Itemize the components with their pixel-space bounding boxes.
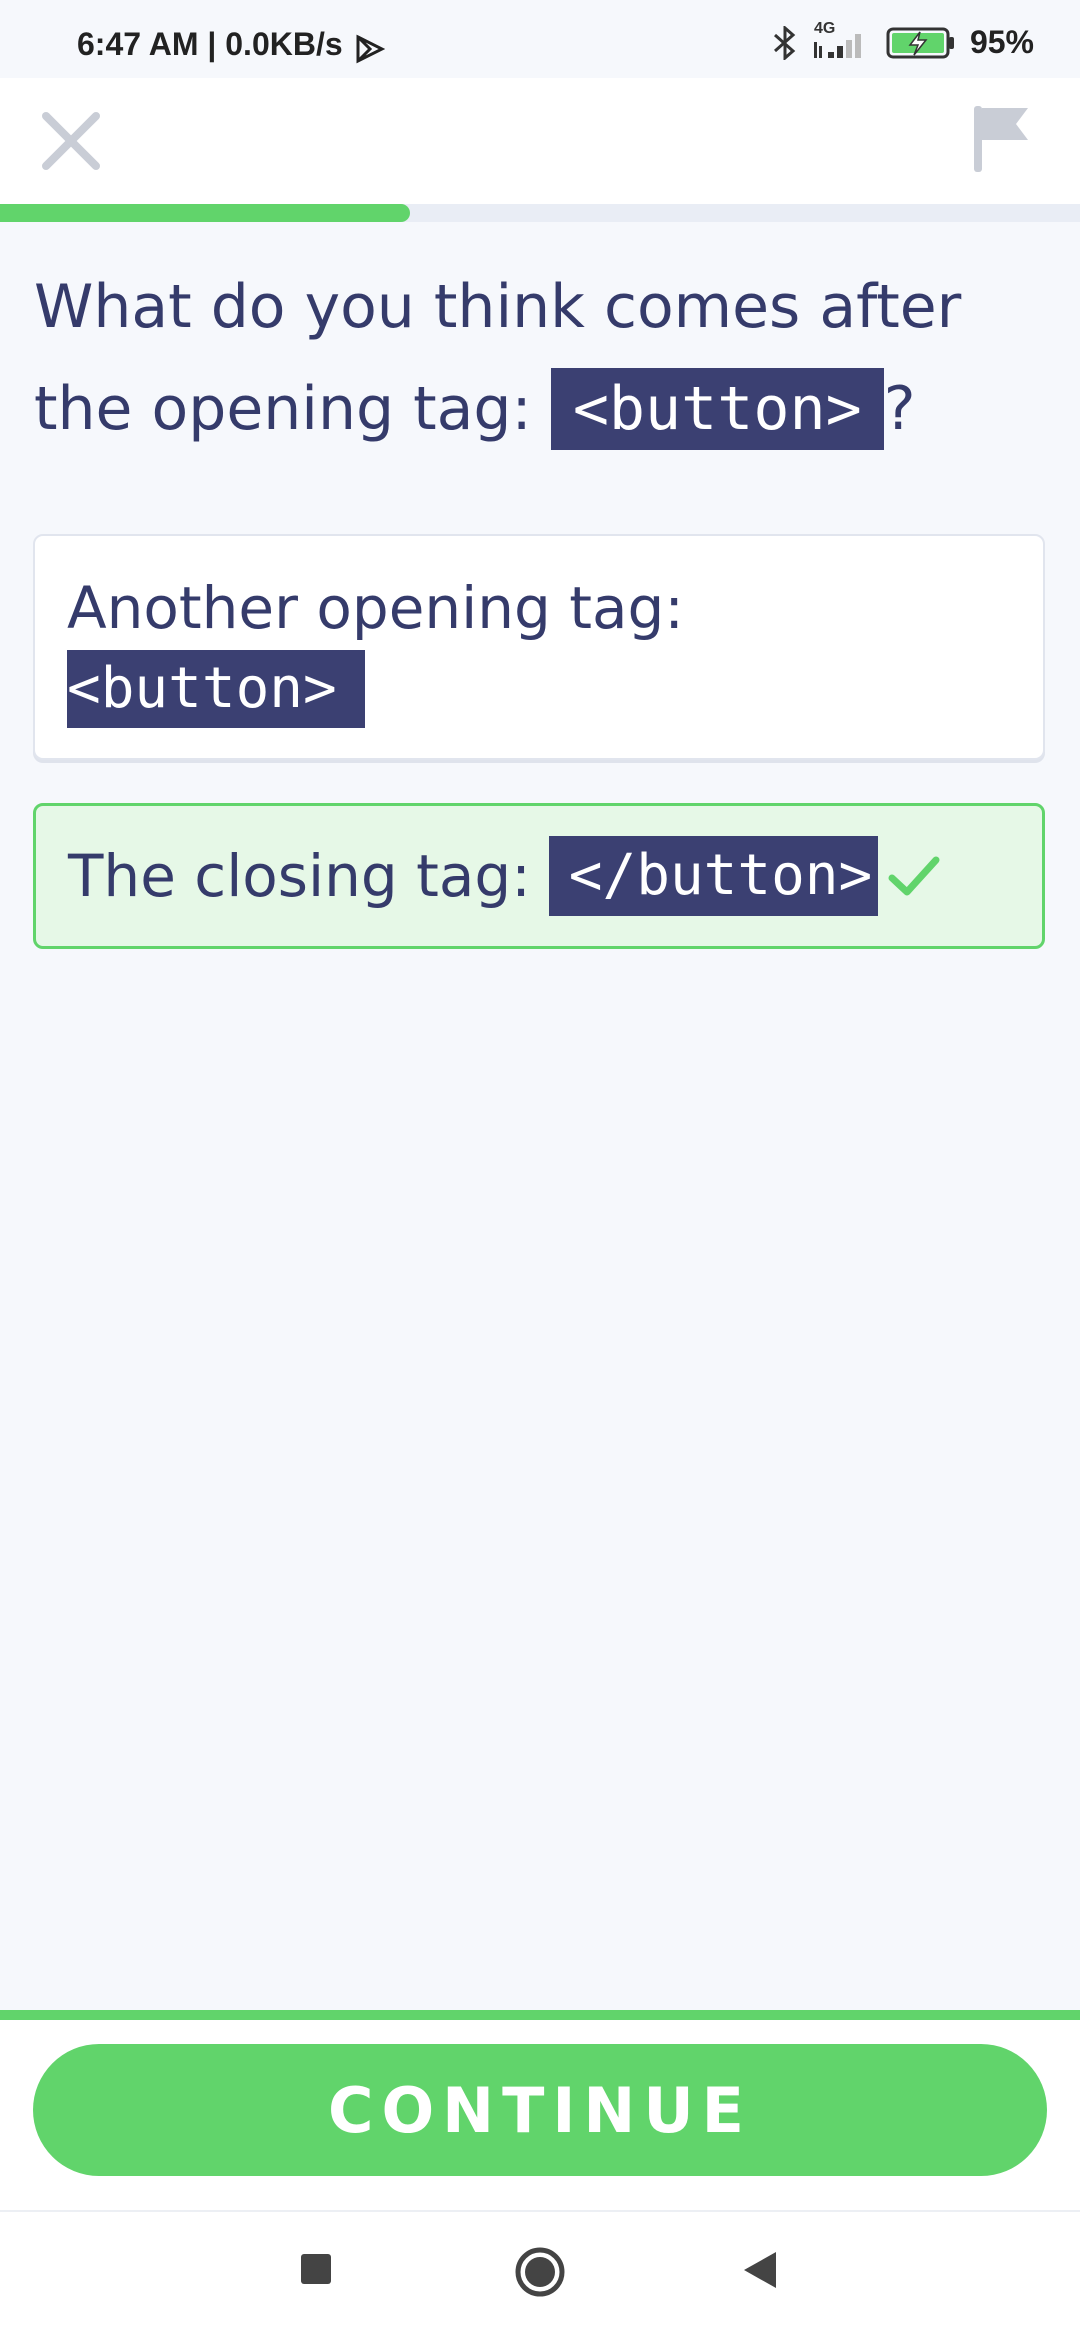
status-icons: 4G 95% — [772, 20, 1034, 61]
bottom-action-area: CONTINUE — [0, 2020, 1080, 2210]
question-code: <button> — [550, 368, 884, 450]
option-code: </button> — [548, 836, 879, 916]
triangle-back-icon[interactable] — [742, 2250, 778, 2290]
bluetooth-icon — [773, 25, 796, 60]
bottom-divider — [0, 2010, 1080, 2020]
option-code: <button> — [67, 650, 365, 728]
lesson-progress-fill — [0, 204, 411, 222]
play-store-notification-icon — [356, 34, 385, 64]
system-nav-bar — [0, 2210, 1080, 2342]
answer-option-2[interactable]: The closing tag: </button> — [33, 803, 1045, 949]
signal-icon — [813, 33, 861, 58]
lesson-header — [0, 78, 1080, 204]
flag-icon — [974, 106, 1028, 172]
battery-charging-icon — [886, 27, 954, 58]
option-label: The closing tag: — [68, 842, 531, 910]
option-row: The closing tag: </button> — [68, 836, 942, 916]
question-text: What do you think comes after the openin… — [34, 256, 1044, 460]
status-bar: 6:47 AM | 0.0KB/s 4G 95% — [0, 0, 1080, 78]
close-icon — [42, 112, 100, 170]
battery-percent: 95% — [969, 24, 1034, 60]
square-icon[interactable] — [299, 2252, 333, 2286]
report-flag-button[interactable] — [970, 104, 1032, 174]
signal-indicator: 4G — [812, 20, 872, 60]
option-label: Another opening tag: — [67, 574, 684, 642]
close-button[interactable] — [38, 108, 104, 174]
question-suffix: ? — [883, 374, 916, 444]
continue-button[interactable]: CONTINUE — [33, 2044, 1047, 2176]
status-time: 6:47 AM | 0.0KB/s — [77, 26, 343, 62]
lesson-progress-bar — [0, 204, 1080, 222]
check-icon — [888, 856, 940, 896]
circle-icon[interactable] — [514, 2246, 566, 2298]
answer-option-1[interactable]: Another opening tag: <button> — [33, 534, 1045, 760]
